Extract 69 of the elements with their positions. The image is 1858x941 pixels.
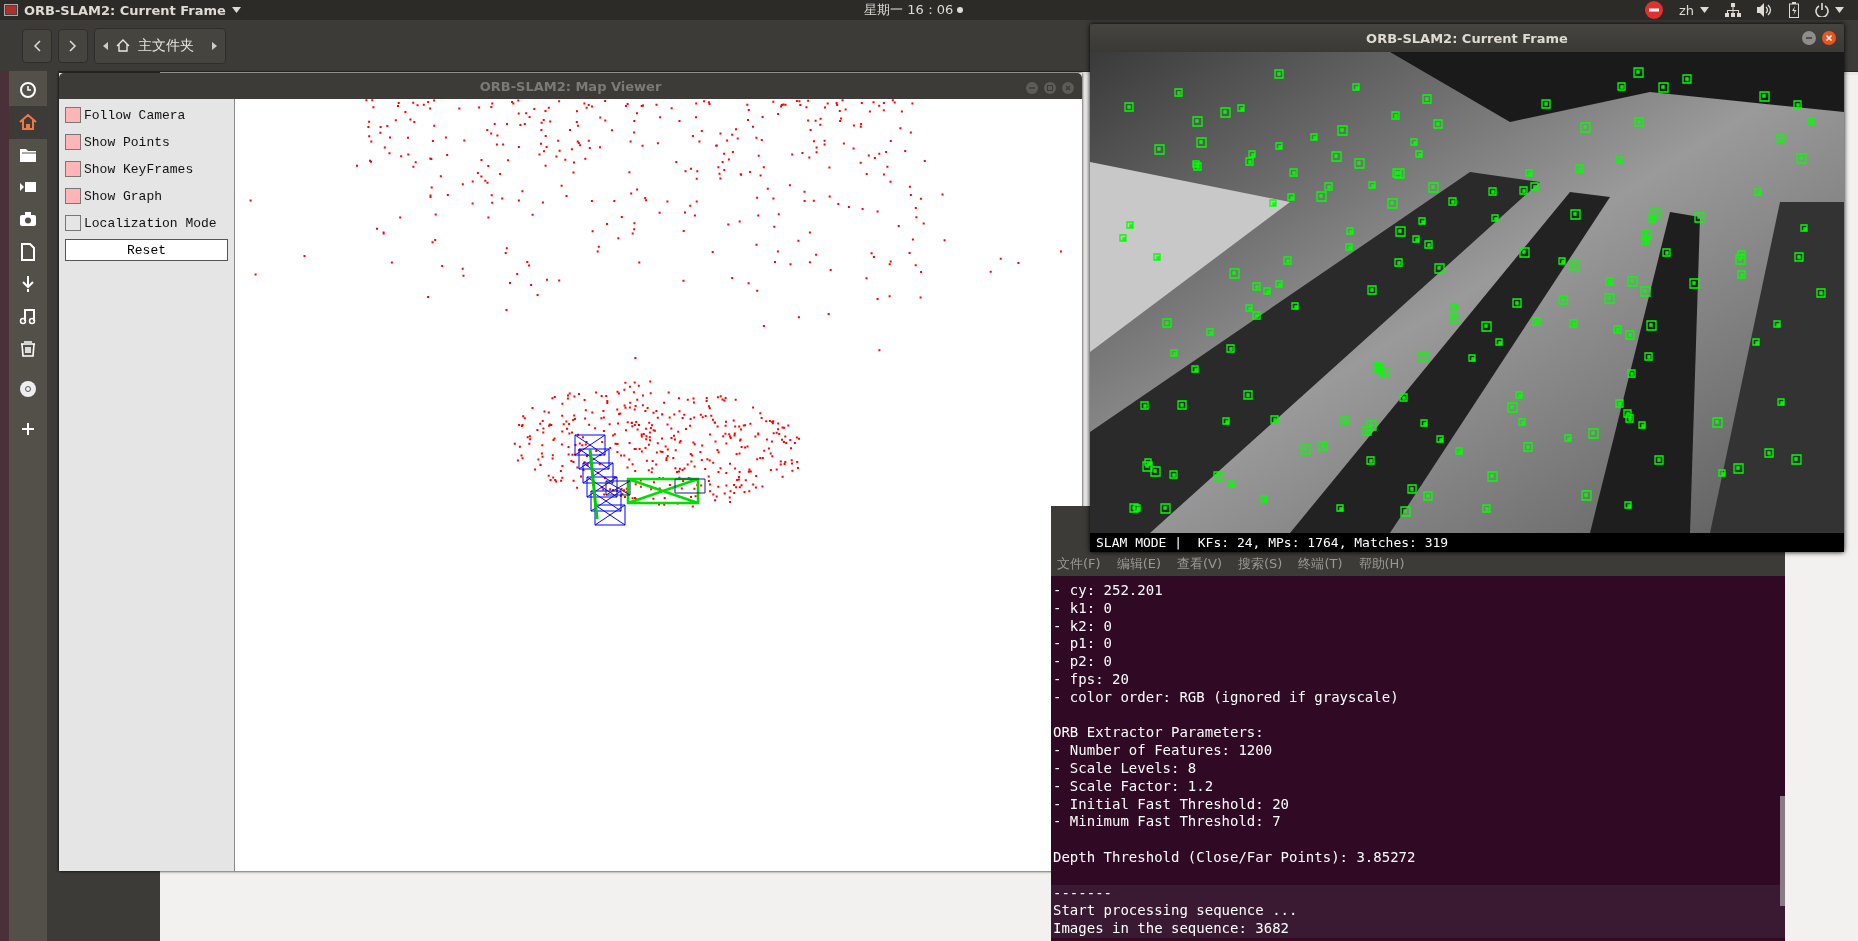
volume-icon[interactable] (1757, 3, 1773, 17)
checkbox[interactable] (65, 134, 81, 150)
option-checkbox[interactable]: Show Graph (65, 187, 228, 205)
terminal-line: - p2: 0 (1053, 653, 1113, 671)
window-title: ORB-SLAM2: Current Frame (1366, 30, 1568, 46)
menu-item[interactable]: 搜索(S) (1238, 555, 1283, 573)
notification-dot-icon (957, 7, 964, 13)
scrollbar[interactable] (1780, 796, 1785, 906)
menu-item[interactable]: 终端(T) (1298, 555, 1343, 573)
status-text: SLAM MODE | KFs: 24, MPs: 1764, Matches: 319 (1096, 535, 1449, 550)
document-icon[interactable] (19, 242, 37, 261)
recent-icon[interactable] (19, 81, 37, 100)
terminal-line: - p1: 0 (1053, 635, 1113, 654)
language-indicator[interactable]: zh (1678, 2, 1694, 18)
caret-left-icon[interactable] (103, 41, 108, 50)
trash-icon[interactable] (19, 339, 37, 358)
terminal-line: Images in the sequence: 3682 (1053, 920, 1290, 938)
camera-icon[interactable] (19, 210, 37, 229)
chevron-left-icon (33, 39, 41, 52)
checkbox[interactable] (65, 107, 81, 123)
checkbox[interactable] (65, 215, 81, 231)
menu-item[interactable]: 查看(V) (1177, 555, 1223, 573)
terminal-line: - k1: 0 (1053, 599, 1113, 618)
power-icon[interactable] (1815, 3, 1829, 17)
home-icon (116, 39, 130, 52)
terminal-line: - fps: 20 (1053, 671, 1130, 689)
caret-icon[interactable] (1835, 7, 1844, 13)
home-icon[interactable] (19, 113, 37, 132)
terminal-line: - Scale Factor: 1.2 (1053, 777, 1215, 796)
terminal-line: - k2: 0 (1053, 617, 1113, 636)
terminal-line: Start processing sequence ... (1053, 902, 1299, 921)
checkbox[interactable] (65, 188, 81, 204)
music-icon[interactable] (19, 307, 37, 326)
option-checkbox[interactable]: Show KeyFrames (65, 160, 228, 178)
option-checkbox[interactable]: Localization Mode (65, 214, 228, 232)
terminal-line: - color order: RGB (ignored if grayscale) (1053, 688, 1400, 707)
disc-icon[interactable] (19, 379, 37, 398)
chevron-right-icon (69, 39, 77, 52)
terminal-line: - Initial Fast Threshold: 20 (1053, 795, 1290, 814)
no-entry-icon[interactable] (1644, 1, 1663, 19)
caret-icon[interactable] (231, 7, 241, 13)
caret-right-icon[interactable] (212, 41, 217, 50)
menu-item[interactable]: 帮助(H) (1358, 555, 1405, 573)
terminal-line: ------- (1053, 884, 1113, 903)
caret-icon[interactable] (1700, 7, 1709, 13)
battery-icon[interactable] (1789, 2, 1799, 18)
app-icon (4, 4, 18, 16)
terminal-line: - Minimum Fast Threshold: 7 (1053, 813, 1282, 832)
network-icon[interactable] (1725, 3, 1741, 17)
terminal-line: - cy: 252.201 (1053, 582, 1164, 600)
window-title: ORB-SLAM2: Map Viewer (479, 78, 662, 94)
terminal-line: - Scale Levels: 8 (1053, 759, 1198, 778)
minimize-button[interactable] (1802, 31, 1816, 45)
terminal-line: - Number of Features: 1200 (1053, 742, 1274, 760)
close-button[interactable] (1822, 31, 1836, 45)
terminal-line: Depth Threshold (Close/Far Points): 3.85272 (1053, 848, 1417, 867)
terminal-line: ORB Extractor Parameters: (1053, 724, 1265, 743)
download-icon[interactable] (19, 274, 37, 293)
menu-item[interactable]: 编辑(E) (1116, 555, 1161, 573)
option-checkbox[interactable]: Follow Camera (65, 106, 228, 124)
clock[interactable]: 星期一 16：06 (864, 1, 954, 19)
back-button[interactable] (22, 28, 52, 63)
reset-button[interactable]: Reset (65, 239, 228, 261)
menu-item[interactable]: 文件(F) (1057, 555, 1101, 573)
forward-button[interactable] (58, 28, 88, 63)
checkbox[interactable] (65, 161, 81, 177)
location-label[interactable]: 主文件夹 (138, 36, 194, 55)
option-checkbox[interactable]: Show Points (65, 133, 228, 151)
app-title[interactable]: ORB-SLAM2: Current Frame (24, 2, 226, 18)
